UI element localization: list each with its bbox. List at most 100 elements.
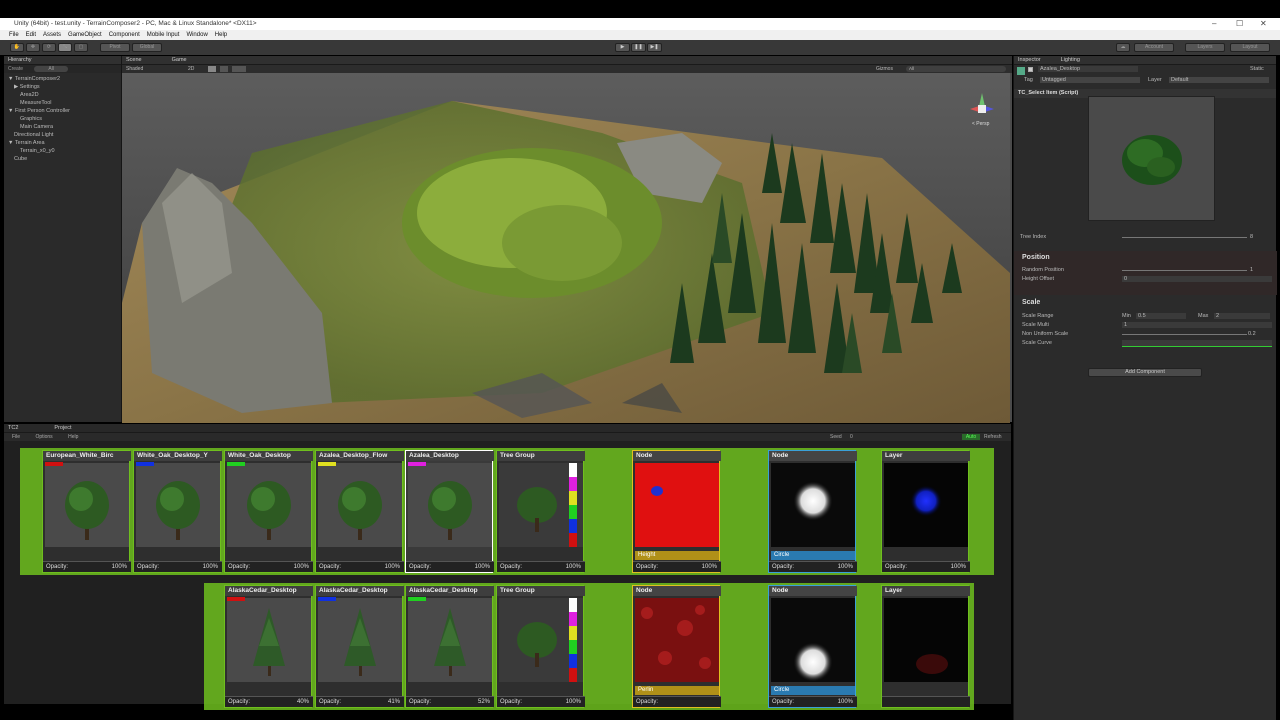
layout-dropdown[interactable]: Layout: [1230, 43, 1270, 52]
opacity-field[interactable]: Opacity: 100%: [497, 561, 585, 572]
pause-button[interactable]: ❚❚: [631, 43, 646, 52]
hand-tool-icon[interactable]: ✋: [10, 43, 24, 52]
opacity-value[interactable]: 100%: [385, 562, 400, 573]
tab-scene[interactable]: Scene: [126, 56, 142, 64]
layers-dropdown[interactable]: Layers: [1185, 43, 1225, 52]
node-tile[interactable]: Node Perlin Opacity:: [632, 585, 721, 708]
menu-window[interactable]: Window: [186, 30, 207, 40]
opacity-value[interactable]: 100%: [838, 562, 853, 573]
scene-viewport[interactable]: < Persp: [122, 73, 1010, 423]
hierarchy-item[interactable]: Main Camera: [4, 123, 121, 131]
hierarchy-item[interactable]: Area2D: [4, 91, 121, 99]
random-position-slider[interactable]: [1122, 270, 1247, 271]
node-tile[interactable]: AlaskaCedar_Desktop Opacity: 40%: [224, 585, 313, 708]
hierarchy-item[interactable]: ▼ Terrain Area: [4, 139, 121, 147]
scale-curve-field[interactable]: [1122, 340, 1272, 347]
close-button[interactable]: ✕: [1260, 18, 1267, 30]
random-position-value[interactable]: 1: [1250, 267, 1253, 273]
height-offset-field[interactable]: 0: [1122, 276, 1272, 282]
scene-search-input[interactable]: All: [906, 66, 1006, 72]
opacity-value[interactable]: 100%: [294, 562, 309, 573]
lighting-toggle-icon[interactable]: [208, 66, 216, 72]
node-tile[interactable]: Node Circle Opacity: 100%: [768, 450, 857, 573]
hierarchy-search-input[interactable]: All: [34, 66, 68, 72]
opacity-value[interactable]: 52%: [478, 697, 490, 708]
tc2-node-canvas[interactable]: European_White_Birc Opacity: 100% White_Oak…: [4, 441, 1011, 710]
opacity-field[interactable]: Opacity: 100%: [769, 561, 857, 572]
scale-tool-icon[interactable]: ⤡: [58, 43, 72, 52]
opacity-field[interactable]: Opacity: 100%: [43, 561, 131, 572]
node-tile[interactable]: Node Circle Opacity: 100%: [768, 585, 857, 708]
seed-value[interactable]: 0: [850, 433, 853, 441]
effects-toggle-icon[interactable]: [232, 66, 246, 72]
tab-project[interactable]: Project: [54, 424, 71, 432]
tab-game[interactable]: Game: [172, 56, 187, 64]
node-tile[interactable]: White_Oak_Desktop_Y Opacity: 100%: [133, 450, 222, 573]
tag-dropdown[interactable]: Untagged: [1040, 77, 1140, 83]
script-component-header[interactable]: TC_Select Item (Script): [1018, 90, 1078, 96]
hierarchy-item[interactable]: Directional Light: [4, 131, 121, 139]
hierarchy-tab[interactable]: Hierarchy: [4, 56, 121, 65]
maximize-button[interactable]: ☐: [1236, 18, 1243, 30]
hierarchy-item[interactable]: Graphics: [4, 115, 121, 123]
object-name-field[interactable]: Azalea_Desktop: [1038, 66, 1138, 72]
opacity-field[interactable]: Opacity: 41%: [316, 696, 404, 707]
node-tile[interactable]: Azalea_Desktop_Flow Opacity: 100%: [315, 450, 404, 573]
move-tool-icon[interactable]: ✥: [26, 43, 40, 52]
scale-min-field[interactable]: 0.5: [1136, 313, 1186, 319]
rotate-tool-icon[interactable]: ⟳: [42, 43, 56, 52]
rect-tool-icon[interactable]: ▢: [74, 43, 88, 52]
node-tile[interactable]: Tree Group Opacity: 100%: [496, 450, 585, 573]
node-tile[interactable]: AlaskaCedar_Desktop Opacity: 52%: [405, 585, 494, 708]
opacity-field[interactable]: Opacity: 100%: [316, 561, 404, 572]
node-tile[interactable]: AlaskaCedar_Desktop Opacity: 41%: [315, 585, 404, 708]
scale-max-field[interactable]: 2: [1214, 313, 1270, 319]
tc2-menu-file[interactable]: File: [12, 434, 20, 440]
opacity-value[interactable]: 100%: [475, 562, 490, 573]
opacity-field[interactable]: Opacity: 52%: [406, 696, 494, 707]
scale-multi-field[interactable]: 1: [1122, 322, 1272, 328]
opacity-field[interactable]: Opacity: 40%: [225, 696, 313, 707]
pivot-toggle[interactable]: Pivot: [100, 43, 130, 52]
node-tile[interactable]: White_Oak_Desktop Opacity: 100%: [224, 450, 313, 573]
play-button[interactable]: ▶: [615, 43, 630, 52]
opacity-field[interactable]: Opacity: 100%: [882, 561, 970, 572]
node-tile[interactable]: Layer: [881, 585, 970, 708]
node-tile[interactable]: Node Height Opacity: 100%: [632, 450, 721, 573]
tc2-menu-options[interactable]: Options: [35, 434, 52, 440]
tree-index-value[interactable]: 8: [1250, 234, 1253, 240]
cloud-icon[interactable]: ☁: [1116, 43, 1130, 52]
hierarchy-item[interactable]: ▶ Settings: [4, 83, 121, 91]
global-toggle[interactable]: Global: [132, 43, 162, 52]
opacity-field[interactable]: Opacity:: [633, 696, 721, 707]
static-toggle[interactable]: Static: [1250, 66, 1264, 72]
hierarchy-item[interactable]: MeasureTool: [4, 99, 121, 107]
opacity-field[interactable]: Opacity: 100%: [134, 561, 222, 572]
account-dropdown[interactable]: Account: [1134, 43, 1174, 52]
non-uniform-scale-value[interactable]: 0.2: [1248, 331, 1256, 337]
active-checkbox[interactable]: [1028, 67, 1033, 72]
hierarchy-item[interactable]: Terrain_x0_y0: [4, 147, 121, 155]
gizmos-dropdown[interactable]: Gizmos: [876, 65, 893, 73]
opacity-value[interactable]: 100%: [702, 562, 717, 573]
node-tile[interactable]: Azalea_Desktop Opacity: 100%: [405, 450, 494, 573]
opacity-field[interactable]: [882, 696, 970, 707]
menu-file[interactable]: File: [9, 30, 19, 40]
node-tile[interactable]: Tree Group Opacity: 100%: [496, 585, 585, 708]
persp-label[interactable]: < Persp: [972, 121, 989, 127]
tab-lighting[interactable]: Lighting: [1061, 56, 1080, 64]
menu-gameobject[interactable]: GameObject: [68, 30, 102, 40]
node-tile[interactable]: Layer Opacity: 100%: [881, 450, 970, 573]
non-uniform-scale-slider[interactable]: [1122, 334, 1247, 335]
menu-component[interactable]: Component: [109, 30, 140, 40]
create-dropdown[interactable]: Create: [8, 66, 23, 72]
opacity-value[interactable]: 100%: [112, 562, 127, 573]
opacity-value[interactable]: 100%: [566, 697, 581, 708]
opacity-value[interactable]: 40%: [297, 697, 309, 708]
opacity-value[interactable]: 100%: [838, 697, 853, 708]
node-tile[interactable]: European_White_Birc Opacity: 100%: [42, 450, 131, 573]
opacity-field[interactable]: Opacity: 100%: [769, 696, 857, 707]
hierarchy-item[interactable]: Cube: [4, 155, 121, 163]
hierarchy-item[interactable]: ▼ TerrainComposer2: [4, 75, 121, 83]
opacity-value[interactable]: 41%: [388, 697, 400, 708]
